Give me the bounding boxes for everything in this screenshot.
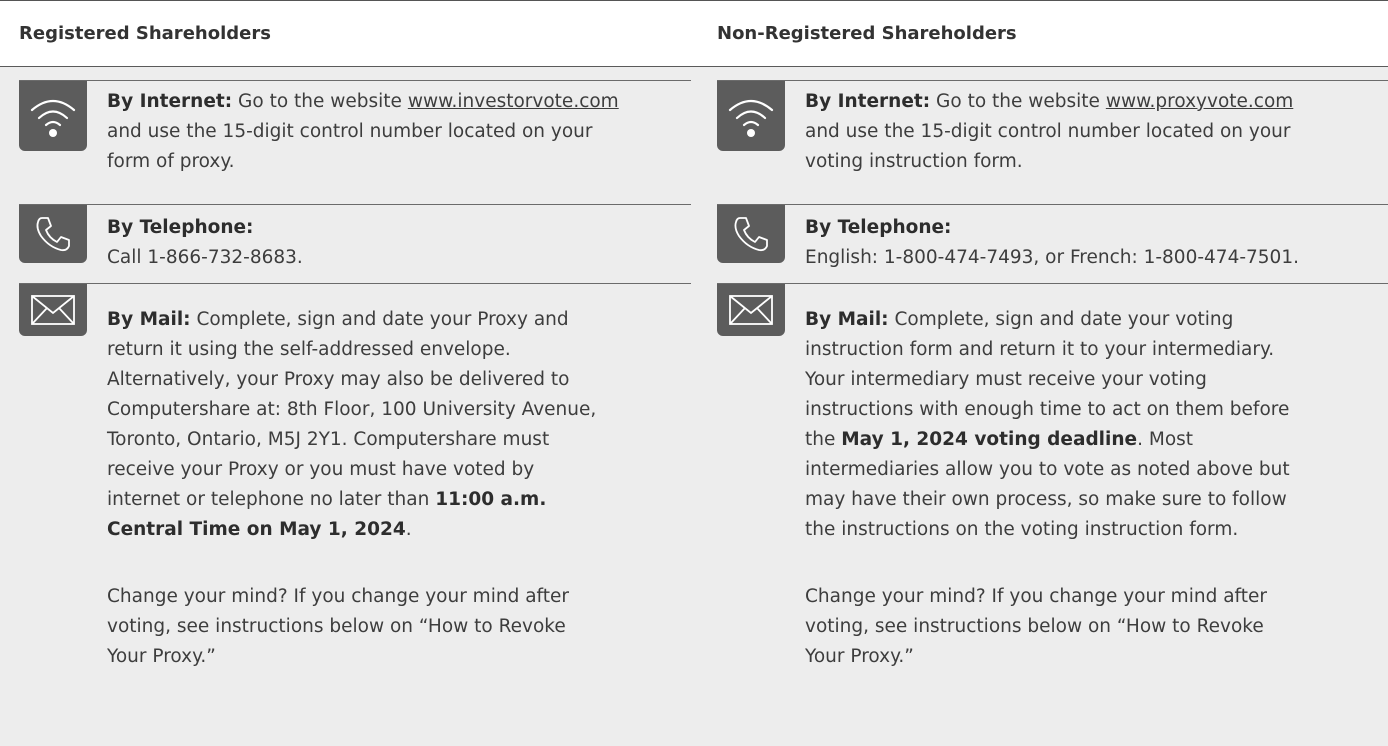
phone-icon bbox=[19, 205, 87, 263]
wifi-icon-glyph bbox=[728, 99, 774, 137]
non-registered-mail-line7: may have their own process, so make sure… bbox=[805, 489, 1287, 510]
registered-mail-line8-end: . bbox=[405, 519, 412, 540]
registered-mail-line5: Toronto, Ontario, M5J 2Y1. Computershare… bbox=[107, 429, 550, 450]
non-registered-mail-text: By Mail: Complete, sign and date your vo… bbox=[805, 305, 1290, 545]
registered-change-line3: Your Proxy.” bbox=[107, 646, 216, 667]
non-registered-mail-line5-end: . Most bbox=[1137, 429, 1194, 450]
registered-telephone-number: Call 1-866-732-8683. bbox=[107, 247, 303, 268]
non-registered-change-mind: Change your mind? If you change your min… bbox=[717, 584, 1388, 704]
registered-telephone-row: By Telephone: Call 1-866-732-8683. bbox=[19, 204, 691, 283]
wifi-icon-glyph bbox=[30, 99, 76, 137]
non-registered-change-text: Change your mind? If you change your min… bbox=[805, 582, 1267, 672]
non-registered-mail-line2: instruction form and return it to your i… bbox=[805, 339, 1275, 360]
non-registered-mail-label: By Mail: bbox=[805, 309, 889, 330]
non-registered-telephone-numbers: English: 1-800-474-7493, or French: 1-80… bbox=[805, 247, 1299, 268]
registered-mail-line3: Alternatively, your Proxy may also be de… bbox=[107, 369, 570, 390]
registered-change-line2: voting, see instructions below on “How t… bbox=[107, 616, 566, 637]
non-registered-deadline: May 1, 2024 voting deadline bbox=[841, 429, 1138, 450]
registered-change-mind: Change your mind? If you change your min… bbox=[19, 584, 691, 704]
non-registered-mail-line6: intermediaries allow you to vote as note… bbox=[805, 459, 1290, 480]
envelope-icon bbox=[19, 284, 87, 336]
registered-mail-row: By Mail: Complete, sign and date your Pr… bbox=[19, 283, 691, 584]
registered-internet-line3: form of proxy. bbox=[107, 151, 235, 172]
non-registered-mail-row: By Mail: Complete, sign and date your vo… bbox=[717, 283, 1388, 584]
registered-mail-line2: return it using the self-addressed envel… bbox=[107, 339, 511, 360]
non-registered-internet-row: By Internet: Go to the website www.proxy… bbox=[717, 80, 1388, 175]
registered-change-line1: Change your mind? If you change your min… bbox=[107, 586, 569, 607]
registered-deadline-date: Central Time on May 1, 2024 bbox=[107, 519, 406, 540]
registered-internet-label: By Internet: bbox=[107, 91, 233, 112]
non-registered-mail-line8: the instructions on the voting instructi… bbox=[805, 519, 1239, 540]
phone-icon-glyph bbox=[36, 217, 70, 252]
phone-icon-glyph bbox=[734, 217, 768, 252]
registered-mail-line1: Complete, sign and date your Proxy and bbox=[196, 309, 569, 330]
registered-internet-row: By Internet: Go to the website www.inves… bbox=[19, 80, 691, 175]
column-header-band: Registered Shareholders Non-Registered S… bbox=[0, 1, 1388, 67]
non-registered-mail-line5: the bbox=[805, 429, 836, 450]
non-registered-internet-line3: voting instruction form. bbox=[805, 151, 1023, 172]
registered-mail-line4: Computershare at: 8th Floor, 100 Univers… bbox=[107, 399, 597, 420]
non-registered-telephone-row: By Telephone: English: 1-800-474-7493, o… bbox=[717, 204, 1388, 283]
investorvote-link[interactable]: www.investorvote.com bbox=[408, 91, 619, 112]
registered-mail-text: By Mail: Complete, sign and date your Pr… bbox=[107, 305, 596, 545]
registered-internet-text: By Internet: Go to the website www.inves… bbox=[107, 87, 619, 177]
wifi-icon bbox=[19, 81, 87, 151]
proxyvote-link[interactable]: www.proxyvote.com bbox=[1106, 91, 1293, 112]
non-registered-telephone-text: By Telephone: English: 1-800-474-7493, o… bbox=[805, 213, 1299, 273]
non-registered-change-line2: voting, see instructions below on “How t… bbox=[805, 616, 1264, 637]
registered-internet-line2: and use the 15-digit control number loca… bbox=[107, 121, 593, 142]
registered-internet-intro: Go to the website bbox=[238, 91, 402, 112]
registered-mail-label: By Mail: bbox=[107, 309, 191, 330]
registered-deadline-time: 11:00 a.m. bbox=[435, 489, 547, 510]
non-registered-mail-line3: Your intermediary must receive your voti… bbox=[805, 369, 1207, 390]
registered-header: Registered Shareholders bbox=[19, 23, 271, 44]
phone-icon bbox=[717, 205, 785, 263]
registered-mail-line6: receive your Proxy or you must have vote… bbox=[107, 459, 535, 480]
non-registered-internet-intro: Go to the website bbox=[936, 91, 1100, 112]
registered-column: By Internet: Go to the website www.inves… bbox=[19, 67, 691, 704]
wifi-icon bbox=[717, 81, 785, 151]
non-registered-internet-text: By Internet: Go to the website www.proxy… bbox=[805, 87, 1293, 177]
registered-change-text: Change your mind? If you change your min… bbox=[107, 582, 569, 672]
non-registered-mail-line1: Complete, sign and date your voting bbox=[894, 309, 1234, 330]
non-registered-header: Non-Registered Shareholders bbox=[717, 23, 1017, 44]
non-registered-change-line3: Your Proxy.” bbox=[805, 646, 914, 667]
registered-telephone-label: By Telephone: bbox=[107, 217, 254, 238]
non-registered-mail-line4: instructions with enough time to act on … bbox=[805, 399, 1290, 420]
non-registered-telephone-label: By Telephone: bbox=[805, 217, 952, 238]
non-registered-column: By Internet: Go to the website www.proxy… bbox=[717, 67, 1388, 704]
registered-mail-line7: internet or telephone no later than bbox=[107, 489, 430, 510]
envelope-icon-glyph bbox=[31, 295, 75, 325]
non-registered-internet-line2: and use the 15-digit control number loca… bbox=[805, 121, 1291, 142]
registered-telephone-text: By Telephone: Call 1-866-732-8683. bbox=[107, 213, 303, 273]
non-registered-change-line1: Change your mind? If you change your min… bbox=[805, 586, 1267, 607]
non-registered-internet-label: By Internet: bbox=[805, 91, 931, 112]
envelope-icon-glyph bbox=[729, 295, 773, 325]
envelope-icon bbox=[717, 284, 785, 336]
